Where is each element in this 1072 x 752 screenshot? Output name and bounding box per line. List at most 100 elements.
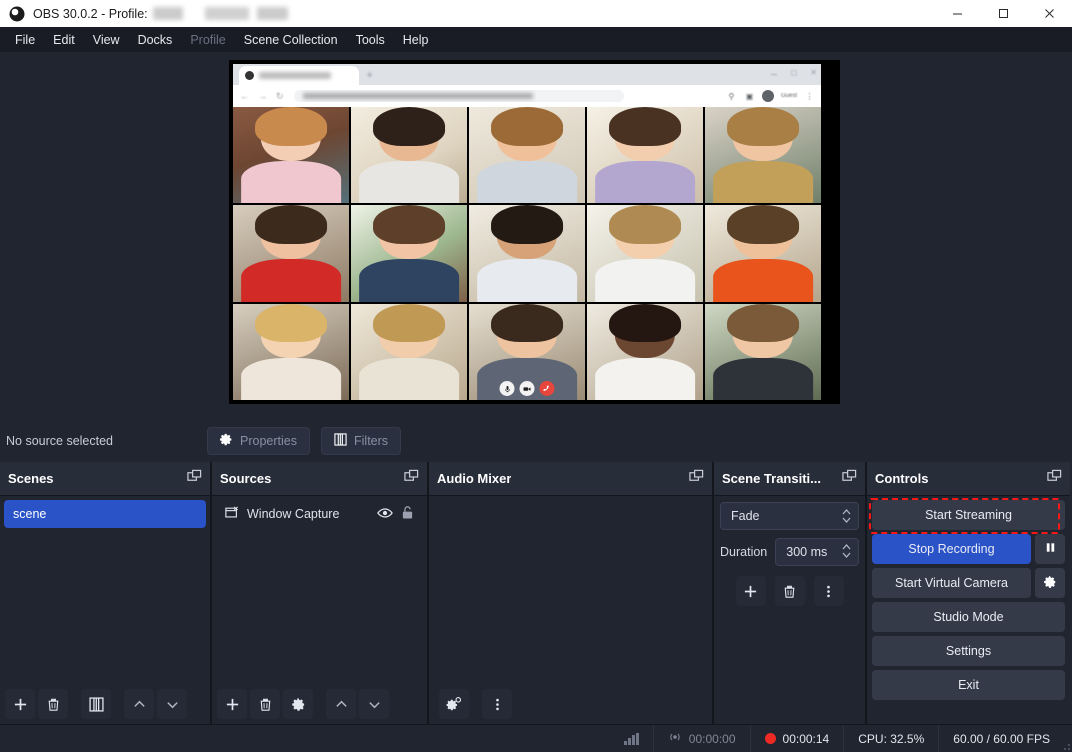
preview-canvas[interactable]: + ⚊ ◻ ✕ ← → ↻ ⚲ ▣ Guest ⋮ (229, 60, 840, 404)
remove-scene-button[interactable] (38, 689, 68, 719)
exit-button[interactable]: Exit (872, 670, 1065, 700)
profile-avatar-icon (761, 90, 774, 102)
dock-scene-transitions: Scene Transiti... Fade Duration 300 ms (712, 462, 865, 724)
browser-menu-icon: ⋮ (805, 91, 814, 101)
no-source-label: No source selected (6, 433, 114, 448)
minimize-button[interactable] (934, 0, 980, 27)
browser-minimize-icon: ⚊ (770, 68, 778, 77)
move-scene-down-button[interactable] (157, 689, 187, 719)
scenes-title: Scenes (8, 471, 54, 486)
pause-recording-button[interactable] (1035, 534, 1065, 564)
controls-title: Controls (875, 471, 929, 486)
filters-icon (334, 432, 347, 449)
menu-edit[interactable]: Edit (44, 30, 84, 50)
menu-docks[interactable]: Docks (129, 30, 182, 50)
sources-header: Sources (212, 462, 427, 496)
camera-icon[interactable] (519, 381, 535, 396)
remove-source-button[interactable] (250, 689, 280, 719)
participant-tile (705, 205, 821, 302)
close-button[interactable] (1026, 0, 1072, 27)
source-list-item[interactable]: Window Capture (216, 500, 423, 528)
duration-input[interactable]: 300 ms (775, 538, 859, 566)
float-dock-icon[interactable] (187, 469, 202, 489)
scene-list-item[interactable]: scene (4, 500, 206, 528)
properties-label: Properties (240, 433, 297, 448)
menu-view[interactable]: View (84, 30, 129, 50)
browser-address-bar (293, 90, 624, 102)
start-streaming-button[interactable]: Start Streaming (872, 500, 1065, 530)
recording-row: Stop Recording (872, 534, 1065, 564)
record-status: 00:00:14 (749, 724, 844, 752)
microphone-icon[interactable] (499, 381, 515, 396)
start-virtual-camera-button[interactable]: Start Virtual Camera (872, 568, 1031, 598)
scenes-list[interactable]: scene (0, 496, 210, 684)
add-scene-button[interactable] (5, 689, 35, 719)
lock-icon[interactable] (401, 505, 414, 523)
window-title-text: OBS 30.0.2 - Profile: (33, 6, 148, 21)
menu-file[interactable]: File (6, 30, 44, 50)
docks-row: Scenes scene Sources Window Capture Audi… (0, 462, 1072, 724)
maximize-button[interactable] (980, 0, 1026, 27)
browser-chrome: + ⚊ ◻ ✕ ← → ↻ ⚲ ▣ Guest ⋮ (233, 64, 821, 107)
transition-menu-button[interactable] (813, 576, 844, 606)
studio-mode-button[interactable]: Studio Mode (872, 602, 1065, 632)
address-text-redacted (302, 93, 533, 99)
menu-help[interactable]: Help (394, 30, 438, 50)
audio-mixer-toolbar (429, 684, 712, 724)
browser-window-controls: ⚊ ◻ ✕ (770, 68, 817, 77)
float-dock-icon[interactable] (842, 469, 857, 489)
menu-scene-collection[interactable]: Scene Collection (235, 30, 347, 50)
transition-select[interactable]: Fade (720, 502, 859, 530)
dock-controls: Controls Start Streaming Stop Recording … (865, 462, 1070, 724)
menu-tools[interactable]: Tools (347, 30, 394, 50)
audio-advanced-properties-button[interactable] (439, 689, 469, 719)
source-properties-button[interactable] (283, 689, 313, 719)
sources-list[interactable]: Window Capture (212, 496, 427, 684)
video-conference-grid (233, 107, 821, 400)
obs-logo-icon (9, 6, 25, 22)
preview-area[interactable]: + ⚊ ◻ ✕ ← → ↻ ⚲ ▣ Guest ⋮ (0, 52, 1072, 419)
captured-browser-window: + ⚊ ◻ ✕ ← → ↻ ⚲ ▣ Guest ⋮ (233, 64, 821, 400)
add-source-button[interactable] (217, 689, 247, 719)
controls-body: Start Streaming Stop Recording Start Vir… (867, 496, 1070, 724)
filters-button[interactable]: Filters (321, 426, 402, 455)
call-control-bar[interactable] (499, 381, 555, 396)
float-dock-icon[interactable] (404, 469, 419, 489)
virtual-camera-settings-button[interactable] (1035, 568, 1065, 598)
scene-transitions-title: Scene Transiti... (722, 471, 821, 486)
browser-toolbar: ← → ↻ ⚲ ▣ Guest ⋮ (233, 85, 821, 107)
duration-spinner-icon[interactable] (841, 542, 852, 563)
record-dot-icon (764, 733, 776, 744)
scenes-toolbar (0, 684, 210, 724)
transition-value: Fade (731, 509, 760, 523)
network-status (610, 725, 653, 752)
status-bar: 00:00:00 00:00:14 CPU: 32.5% 60.00 / 60.… (0, 724, 1072, 752)
participant-tile (705, 303, 821, 400)
window-capture-icon (225, 506, 239, 523)
add-transition-button[interactable] (735, 576, 766, 606)
move-source-up-button[interactable] (326, 689, 356, 719)
reload-icon: ↻ (276, 90, 284, 101)
audio-menu-button[interactable] (482, 689, 512, 719)
dock-scenes: Scenes scene (0, 462, 210, 724)
browser-tab-strip: + ⚊ ◻ ✕ (233, 64, 821, 85)
hangup-icon[interactable] (539, 381, 555, 396)
remove-transition-button[interactable] (774, 576, 805, 606)
float-dock-icon[interactable] (1047, 469, 1062, 489)
properties-button[interactable]: Properties (207, 426, 310, 455)
resize-grip[interactable] (1060, 740, 1070, 750)
scene-filters-button[interactable] (81, 689, 111, 719)
gear-icon (220, 433, 233, 449)
transition-spinner-icon[interactable] (841, 507, 852, 525)
settings-button[interactable]: Settings (872, 636, 1065, 666)
participant-tile (351, 205, 467, 302)
virtual-camera-row: Start Virtual Camera (872, 568, 1065, 598)
participant-tile (233, 303, 349, 400)
cpu-usage: CPU: 32.5% (843, 724, 938, 752)
eye-icon[interactable] (377, 506, 393, 523)
stop-recording-button[interactable]: Stop Recording (872, 534, 1031, 564)
float-dock-icon[interactable] (689, 469, 704, 489)
move-source-down-button[interactable] (359, 689, 389, 719)
move-scene-up-button[interactable] (124, 689, 154, 719)
scene-transitions-body: Fade Duration 300 ms (714, 496, 865, 684)
